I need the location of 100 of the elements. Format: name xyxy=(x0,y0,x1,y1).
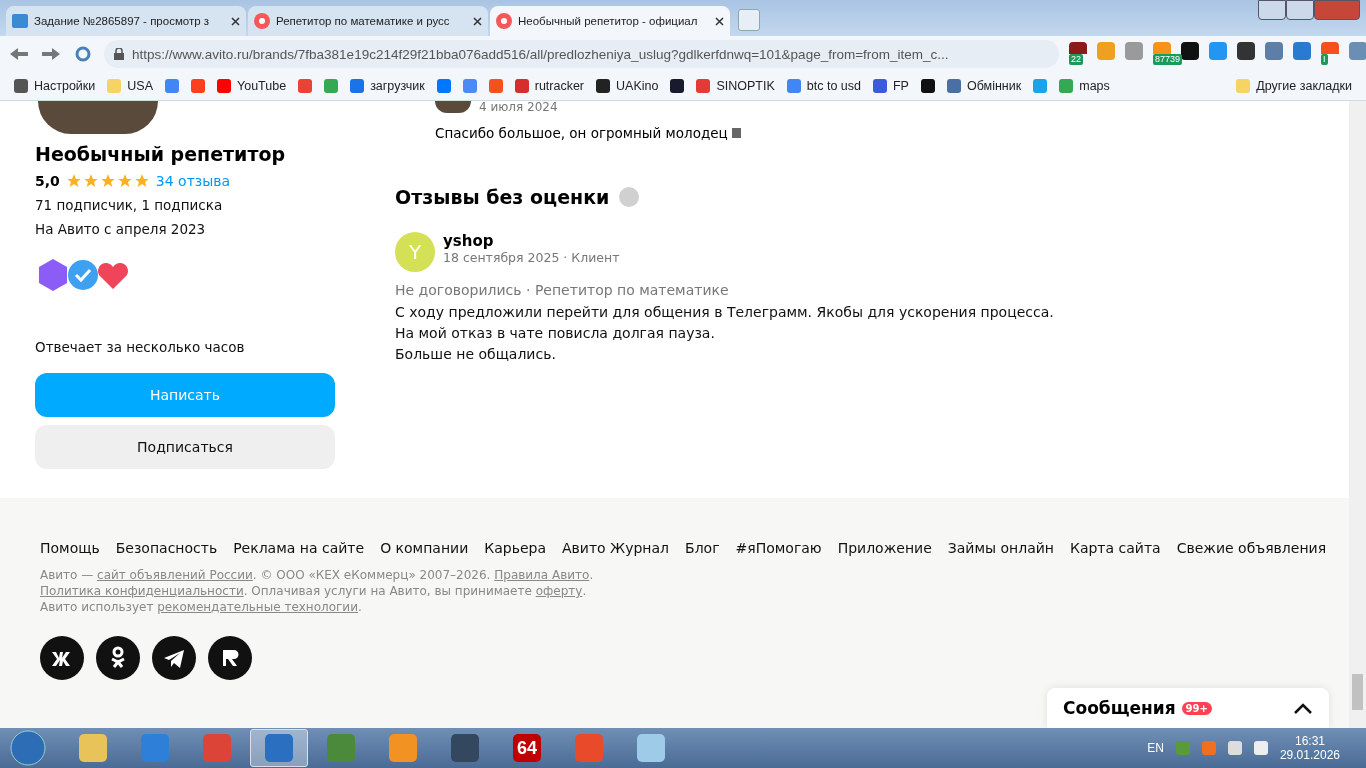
browser-tab[interactable]: Репетитор по математике и русс xyxy=(248,6,488,36)
legal-text: Политика конфиденциальности. Оплачивая услуги на Авито, вы принимаете оферту. xyxy=(40,584,588,598)
bookmark[interactable]: btc to usd xyxy=(786,79,861,93)
messages-title: Сообщения xyxy=(1063,698,1176,718)
chevron-up-icon[interactable] xyxy=(1293,701,1313,715)
extension-icon[interactable] xyxy=(1069,42,1087,54)
review-text: На мой отказ в чате повисла долгая пауза. xyxy=(395,325,716,341)
site-icon xyxy=(12,14,28,28)
social-icon[interactable] xyxy=(96,636,140,680)
footer-link[interactable]: Приложение xyxy=(837,540,932,556)
minimize-button[interactable] xyxy=(1258,0,1286,20)
bookmark[interactable]: загрузчик xyxy=(350,79,425,93)
site-icon xyxy=(496,13,512,29)
taskbar-app[interactable]: 64 xyxy=(498,729,556,767)
deal-status: Не договорились · Репетитор по математике xyxy=(395,282,730,298)
app-icon xyxy=(575,734,603,762)
bookmark[interactable]: Настройки xyxy=(14,79,96,93)
footer-link[interactable]: О компании xyxy=(380,540,469,556)
browser-tab[interactable]: Задание №2865897 - просмотр з xyxy=(6,6,246,36)
avatar-photo-placeholder xyxy=(435,101,471,113)
social-icon[interactable] xyxy=(152,636,196,680)
review-author: yshop xyxy=(443,232,495,250)
footer-link[interactable]: Авито Журнал xyxy=(562,540,670,556)
taskbar-app[interactable] xyxy=(250,729,308,767)
bookmark[interactable]: Другие закладки xyxy=(1236,79,1352,93)
bookmark[interactable]: rutracker xyxy=(514,79,585,93)
verified-icon xyxy=(65,257,101,293)
close-icon[interactable] xyxy=(473,16,482,26)
response-time-text: Отвечает за несколько часов xyxy=(35,339,246,355)
review-text: Больше не общались. xyxy=(395,346,557,362)
extension-icon[interactable] xyxy=(1181,42,1199,60)
rating-value: 5,0 xyxy=(35,173,60,189)
tab-title: Необычный репетитор - официал xyxy=(518,15,699,27)
footer-link[interactable]: Свежие объявления xyxy=(1176,540,1327,556)
close-icon[interactable] xyxy=(715,16,724,26)
extension-badge: 22 xyxy=(1069,54,1083,65)
legal-text: Авито использует рекомендательные технологии. xyxy=(40,600,363,614)
footer-link[interactable]: Реклама на сайте xyxy=(233,540,365,556)
star-icon xyxy=(99,173,116,189)
app-icon xyxy=(637,734,665,762)
user-avatar: Y xyxy=(395,232,435,272)
bookmark[interactable]: SINOPTIK xyxy=(696,79,775,93)
forward-icon[interactable] xyxy=(40,45,62,63)
profile-name: Необычный репетитор xyxy=(35,143,287,165)
maximize-button[interactable] xyxy=(1286,0,1314,20)
followers-text: 71 подписчик, 1 подписка xyxy=(35,197,224,213)
member-since-text: На Авито с апреля 2023 xyxy=(35,221,207,237)
bookmark-icon[interactable] xyxy=(670,79,685,93)
subscribe-button[interactable]: Подписаться xyxy=(35,425,335,469)
star-icon xyxy=(82,173,99,189)
app-icon xyxy=(79,734,107,762)
back-icon[interactable] xyxy=(8,45,30,63)
bookmark-icon[interactable] xyxy=(920,79,935,93)
review-date: 4 июля 2024 xyxy=(479,101,558,113)
bookmark[interactable]: YouTube xyxy=(217,79,287,93)
tab-title: Репетитор по математике и русс xyxy=(276,15,451,27)
address-bar[interactable]: https://www.avito.ru/brands/7fba381e19c214f29f21bba076add516/all/predlozheniya_uslug?gdlkerfdnwq=101&page_from=from_item_c... xyxy=(104,40,1059,68)
close-icon[interactable] xyxy=(231,16,240,26)
browser-tab[interactable]: Необычный репетитор - официал xyxy=(490,6,730,36)
messages-panel[interactable]: Сообщения 99+ xyxy=(1047,688,1329,728)
footer-link[interactable]: Карта сайта xyxy=(1069,540,1161,556)
bookmark[interactable]: Обмінник xyxy=(946,79,1022,93)
app-icon xyxy=(265,734,293,762)
clock-time: 16:31 xyxy=(1294,734,1325,748)
volume-icon[interactable] xyxy=(1253,741,1268,755)
extension-icon[interactable] xyxy=(1237,42,1255,60)
star-icon xyxy=(116,173,133,189)
footer-link[interactable]: Займы онлайн xyxy=(947,540,1054,556)
tab-title: Задание №2865897 - просмотр з xyxy=(34,15,211,27)
social-icon[interactable] xyxy=(40,636,84,680)
bookmark[interactable]: maps xyxy=(1059,79,1110,93)
footer-link[interactable]: Безопасность xyxy=(115,540,218,556)
bookmark[interactable]: FP xyxy=(873,79,909,93)
section-title: Отзывы без оценки xyxy=(395,186,610,208)
url-text: https://www.avito.ru/brands/7fba381e19c214f29f21bba076add516/all/predlozheniya_uslug?gdlkerfdnwq=101&page_from=from_item_c... xyxy=(132,46,950,62)
social-icon[interactable] xyxy=(208,636,252,680)
review-text: Спасибо большое, он огромный молодец xyxy=(435,125,728,141)
app-icon xyxy=(451,734,479,762)
app-icon: 64 xyxy=(513,734,541,762)
language-indicator[interactable]: EN xyxy=(1147,741,1164,755)
emoji-icon xyxy=(731,128,741,138)
scroll-thumb[interactable] xyxy=(1352,674,1363,710)
bookmark[interactable]: UAKino xyxy=(596,79,659,93)
site-icon xyxy=(254,13,270,29)
network-icon[interactable] xyxy=(1227,741,1242,755)
legal-text: Авито — сайт объявлений России. © ООО «КЕХ еКоммерц» 2007–2026. Правила Авито. xyxy=(40,568,595,582)
unread-badge: 99+ xyxy=(1181,701,1212,715)
clock-date: 29.01.2026 xyxy=(1279,748,1340,762)
footer-link[interactable]: #яПомогаю xyxy=(735,540,822,556)
app-icon xyxy=(141,734,169,762)
app-icon xyxy=(389,734,417,762)
bookmark[interactable]: USA xyxy=(107,79,153,93)
app-icon xyxy=(327,734,355,762)
review-meta: 18 сентября 2025 · Клиент xyxy=(443,250,620,265)
footer-link[interactable]: Блог xyxy=(685,540,720,556)
scrollbar[interactable] xyxy=(1349,101,1366,728)
new-tab-button[interactable] xyxy=(738,9,760,31)
footer-link[interactable]: Помощь xyxy=(40,540,100,556)
folder-icon xyxy=(1236,79,1251,93)
footer-link[interactable]: Карьера xyxy=(484,540,546,556)
